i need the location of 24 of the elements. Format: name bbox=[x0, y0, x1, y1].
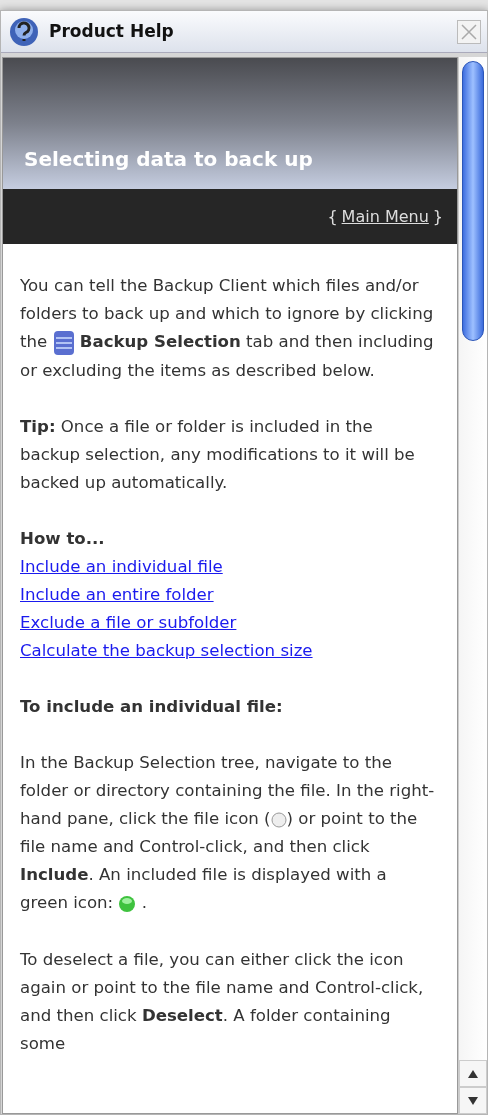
main-menu-link[interactable]: Main Menu bbox=[341, 204, 429, 229]
database-icon bbox=[52, 328, 75, 357]
topic-link[interactable]: Calculate the backup selection size bbox=[20, 636, 435, 665]
close-icon bbox=[460, 22, 478, 41]
down-arrow-icon bbox=[467, 1095, 479, 1106]
scroll-up-button[interactable] bbox=[459, 1060, 487, 1087]
window-title: Product Help bbox=[49, 19, 175, 43]
paragraph: Tip: Once a file or folder is included in the backup selection, any modifications to it will be backed up automatically. bbox=[20, 415, 416, 494]
topic-link[interactable]: Include an entire folder bbox=[20, 580, 435, 609]
section-heading: How to... bbox=[20, 527, 106, 550]
topic-link[interactable]: Include an individual file bbox=[20, 552, 435, 581]
paragraph: In the Backup Selection tree, navigate to the folder or directory containing the file. In the right-hand pane, click the file icon ( ) or point to the file name and Control-click, and then click Include. An included file is displayed with a green icon: . bbox=[20, 748, 435, 918]
section-heading: To include an individual file: bbox=[20, 695, 284, 718]
paragraph: To deselect a file, you can either click the icon again or point to the file name and Control-click, and then click Deselect. A folder containing some bbox=[20, 948, 425, 1055]
page-title: Selecting data to back up bbox=[24, 147, 313, 171]
up-arrow-icon bbox=[467, 1068, 479, 1079]
scroll-thumb[interactable] bbox=[462, 61, 484, 341]
paragraph: You can tell the Backup Client which files and/or folders to back up and which to ignore by clicking the Backup Selection tab and then including or excluding the items as described below. bbox=[20, 275, 435, 382]
scroll-down-button[interactable] bbox=[459, 1087, 487, 1114]
help-icon bbox=[9, 16, 39, 47]
scrollbar[interactable] bbox=[458, 57, 487, 1114]
brace: { bbox=[327, 205, 338, 228]
brace: } bbox=[432, 205, 443, 228]
topic-link[interactable]: Exclude a file or subfolder bbox=[20, 608, 435, 637]
